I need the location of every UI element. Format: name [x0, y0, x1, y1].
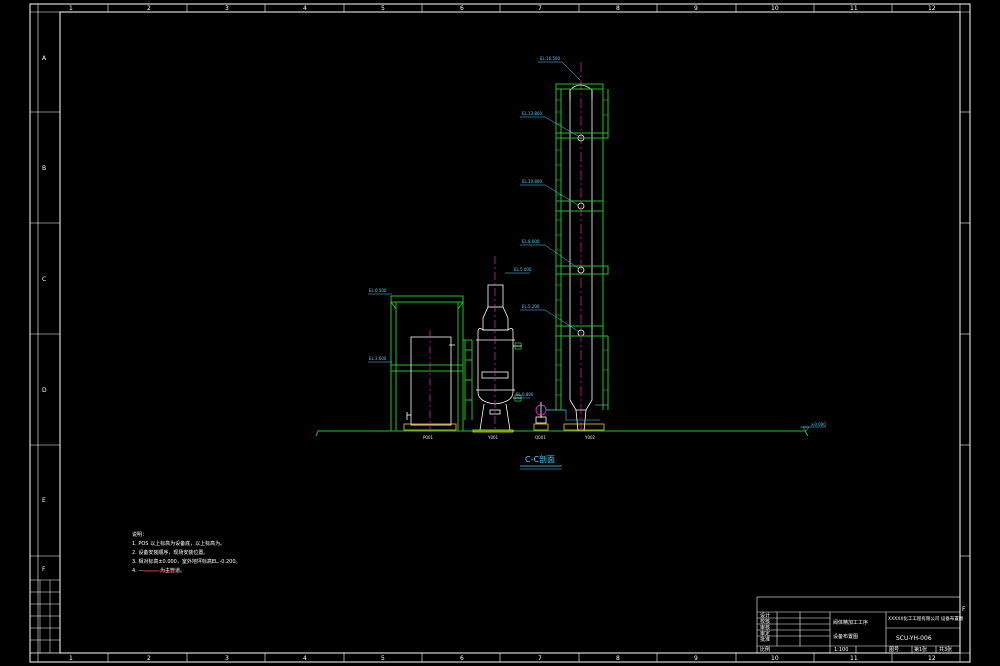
drawing-canvas: 1 2 3 4 5 6 7 8 9 10 11 12 1 2 3 4 5 6 7…: [29, 3, 971, 663]
notes-block: 说明： 1. POS 以上标高为设备底，以上标高为。 2. 设备安装顺序，现场安…: [132, 531, 241, 574]
revision-grid: [29, 579, 61, 654]
row-letter: B: [42, 165, 46, 172]
note-item: 1. POS 以上标高为设备底，以上标高为。: [132, 540, 225, 547]
drawing-name: 设备布置图: [833, 633, 858, 640]
col-num: 12: [928, 5, 936, 12]
note-item: 2. 设备安装顺序，现场安装位置。: [132, 549, 208, 556]
col-num: 6: [460, 655, 464, 662]
col-num: 3: [225, 655, 229, 662]
equipment-y001: [472, 284, 522, 433]
col-num: 4: [303, 5, 307, 12]
col-num: 3: [225, 5, 229, 12]
col-num: 1: [69, 5, 73, 12]
zone-row-letters: A B C D E F F: [42, 55, 966, 613]
row-letter: C: [42, 276, 46, 283]
svg-text:EL.5.000: EL.5.000: [514, 267, 532, 272]
column-bottom-piping: [565, 404, 608, 421]
elev-tag-col-4: EL.5.200: [522, 304, 540, 309]
col-num: 2: [147, 5, 151, 12]
elev-tag-frame-top: EL.6.500: [368, 288, 392, 295]
svg-text:比例: 比例: [760, 646, 770, 653]
col-num: 8: [616, 5, 620, 12]
svg-text:EL.0.800: EL.0.800: [516, 392, 534, 397]
col-num: 9: [694, 655, 698, 662]
equipment-tag-p001: P001: [423, 435, 434, 440]
column-elevation-tags: [520, 61, 581, 332]
col-num: 10: [771, 655, 779, 662]
equipment-tag-q001: Q001: [535, 435, 546, 440]
svg-text:EL.6.500: EL.6.500: [369, 288, 387, 293]
equipment-tag-y001: Y001: [487, 435, 499, 440]
col-num: 7: [538, 655, 542, 662]
row-letter-right: F: [962, 606, 966, 613]
note-item: 3. 相对标高±0.000，室外地坪标高EL.-0.200。: [132, 558, 241, 565]
col-num: 1: [69, 655, 73, 662]
section-title: C-C剖面: [525, 454, 555, 464]
col-num: 5: [381, 5, 385, 12]
elev-tag-col-1: EL.13.800: [522, 111, 542, 116]
drawing-number: SCU-YH-006: [896, 635, 932, 642]
elev-tag-vessel-top: EL.5.000: [505, 267, 532, 274]
col-num: 10: [771, 5, 779, 12]
svg-text:设计: 设计: [760, 612, 770, 619]
column-ladder-rungs: [556, 99, 608, 396]
zone-row-ticks: [30, 111, 970, 557]
svg-text:EL.3.600: EL.3.600: [369, 356, 387, 361]
col-num: 7: [538, 5, 542, 12]
col-num: 2: [147, 655, 151, 662]
zone-column-numbers-top: 1 2 3 4 5 6 7 8 9 10 11 12: [69, 5, 936, 12]
svg-text:第1张: 第1张: [914, 646, 927, 653]
company-name: XXXXX化工工程有限公司 设备布置图: [888, 615, 964, 622]
zone-column-numbers-bottom: 1 2 3 4 5 6 7 8 9 10 11 12: [69, 655, 936, 662]
svg-text:审定: 审定: [760, 630, 770, 637]
svg-text:校核: 校核: [760, 618, 770, 625]
project-name: 阀体精加工工序: [833, 619, 868, 626]
col-num: 11: [850, 5, 858, 12]
steel-frame-structure: [390, 295, 473, 431]
elev-tag-col-2: EL.10.800: [522, 179, 542, 184]
col-num: 6: [460, 5, 464, 12]
row-letter: A: [42, 55, 47, 62]
ground-line: [315, 430, 809, 437]
row-letter: D: [42, 387, 47, 394]
elev-tag-col-3: EL.8.000: [522, 239, 540, 244]
col-num: 4: [303, 655, 307, 662]
svg-text:±0.000: ±0.000: [811, 422, 826, 427]
col-num: 11: [850, 655, 858, 662]
col-num: 8: [616, 655, 620, 662]
col-num: 9: [694, 5, 698, 12]
ground-elevation-marker: ±0.000: [800, 422, 826, 432]
elev-tag-frame-mid: EL.3.600: [368, 356, 392, 363]
svg-text:审核: 审核: [760, 624, 770, 631]
svg-text:图号: 图号: [889, 647, 899, 653]
svg-text:共3张: 共3张: [939, 646, 952, 653]
col-num: 5: [381, 655, 385, 662]
notes-heading: 说明：: [132, 531, 147, 538]
note-item: 4. ———— 为主管道。: [132, 567, 185, 574]
row-letter: F: [42, 566, 46, 573]
inner-frame: [59, 11, 961, 654]
svg-text:批准: 批准: [760, 636, 770, 643]
col-num: 12: [928, 655, 936, 662]
equipment-tag-y002: Y002: [584, 435, 596, 440]
row-letter: E: [42, 497, 46, 504]
svg-text:1:100: 1:100: [834, 647, 848, 653]
elev-tag-col-0: EL.16.500: [540, 56, 560, 61]
equipment-y002-column: [563, 84, 605, 432]
column-platforms: [555, 83, 609, 410]
